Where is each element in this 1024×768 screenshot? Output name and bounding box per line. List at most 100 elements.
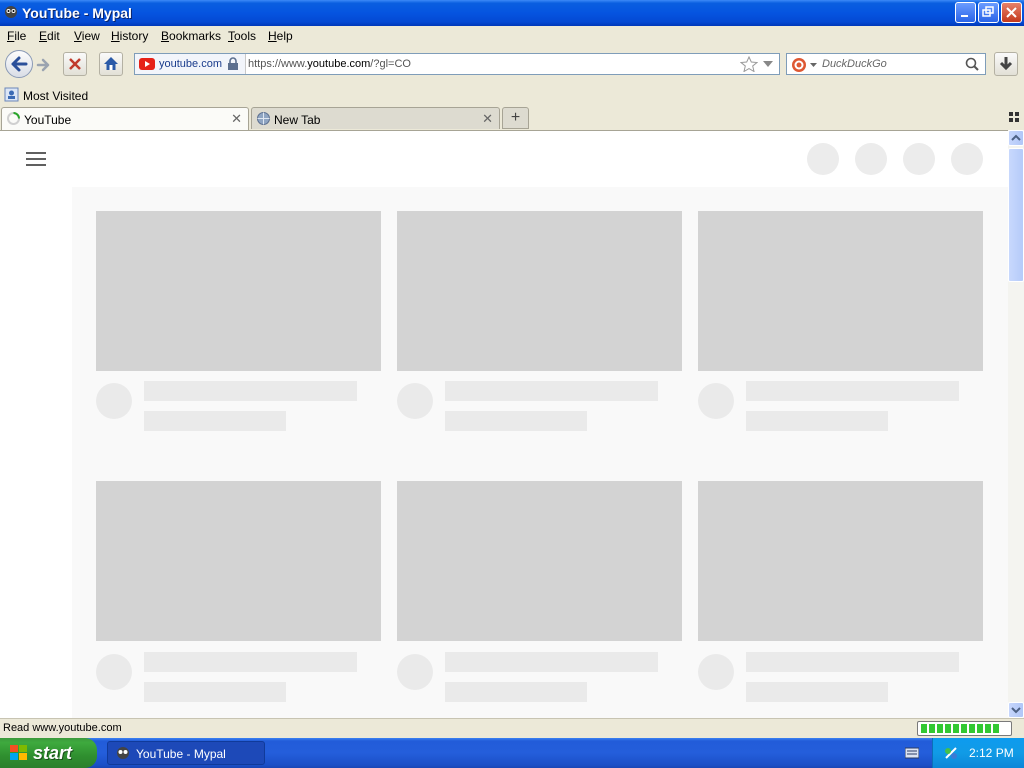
search-placeholder: DuckDuckGo <box>822 58 887 70</box>
video-meta-placeholder <box>746 411 888 431</box>
minimize-button[interactable] <box>955 2 976 23</box>
taskbar-window-button[interactable]: YouTube - Mypal <box>107 741 265 765</box>
menu-edit[interactable]: Edit <box>39 29 60 43</box>
loading-progress-bar <box>917 721 1012 736</box>
menu-view[interactable]: View <box>74 29 100 43</box>
close-icon <box>1006 7 1017 18</box>
start-button[interactable]: start <box>0 738 97 768</box>
channel-avatar-placeholder <box>96 654 132 690</box>
channel-avatar-placeholder <box>397 654 433 690</box>
lock-icon <box>228 57 238 70</box>
restore-icon <box>982 6 994 17</box>
network-tray-icon[interactable] <box>943 745 959 761</box>
skeleton-topbar-circle <box>855 143 887 175</box>
menu-bar: File Edit View History Bookmarks Tools H… <box>0 26 1024 46</box>
home-button[interactable] <box>99 52 123 76</box>
skeleton-topbar-circle <box>951 143 983 175</box>
chevron-down-icon <box>1011 707 1021 714</box>
status-bar: Read www.youtube.com <box>0 718 1024 738</box>
site-identity[interactable]: youtube.com <box>135 54 246 74</box>
progress-segment <box>953 724 959 733</box>
video-thumbnail-placeholder <box>397 211 682 371</box>
video-title-placeholder <box>746 381 959 401</box>
scroll-up-button[interactable] <box>1008 130 1024 146</box>
start-label: start <box>33 743 73 763</box>
close-x-icon <box>69 58 81 70</box>
tab-new-tab[interactable]: New Tab ✕ <box>251 107 500 129</box>
hamburger-menu-icon[interactable] <box>26 151 46 167</box>
duckduckgo-icon[interactable] <box>791 57 807 73</box>
progress-segment <box>993 724 999 733</box>
video-title-placeholder <box>746 652 959 672</box>
channel-avatar-placeholder <box>698 654 734 690</box>
page-content <box>0 130 1008 718</box>
clock: 2:12 PM <box>969 746 1014 760</box>
identity-label: youtube.com <box>159 58 222 70</box>
search-bar[interactable]: DuckDuckGo <box>786 53 986 75</box>
new-tab-button[interactable]: + <box>502 107 529 129</box>
most-visited-label: Most Visited <box>23 89 89 103</box>
menu-file[interactable]: File <box>7 29 26 43</box>
tab-label: YouTube <box>24 113 72 127</box>
tab-list-grid-icon[interactable] <box>1009 112 1019 122</box>
video-thumbnail-placeholder <box>96 211 381 371</box>
video-title-placeholder <box>144 381 357 401</box>
windows-logo-icon <box>10 745 27 760</box>
engine-dropdown-icon[interactable] <box>810 63 817 68</box>
back-button[interactable] <box>5 50 33 78</box>
menu-history[interactable]: History <box>111 29 148 43</box>
channel-avatar-placeholder <box>698 383 734 419</box>
download-arrow-icon <box>999 57 1013 71</box>
scroll-down-button[interactable] <box>1008 702 1024 718</box>
tab-label: New Tab <box>274 113 321 127</box>
folder-bookmark-icon <box>4 87 19 102</box>
close-window-button[interactable] <box>1001 2 1022 23</box>
chevron-down-icon[interactable] <box>763 61 773 68</box>
skeleton-topbar-circle <box>903 143 935 175</box>
video-thumbnail-placeholder <box>397 481 682 641</box>
home-icon <box>104 57 118 70</box>
progress-segment <box>985 724 991 733</box>
progress-segment <box>961 724 967 733</box>
channel-avatar-placeholder <box>96 383 132 419</box>
taskbar-window-label: YouTube - Mypal <box>136 747 226 761</box>
vertical-scrollbar[interactable] <box>1008 130 1024 718</box>
mypal-app-icon <box>117 747 129 759</box>
progress-segment <box>929 724 935 733</box>
restore-button[interactable] <box>978 2 999 23</box>
downloads-button[interactable] <box>994 52 1018 76</box>
magnifier-icon[interactable] <box>965 57 979 71</box>
progress-segment <box>937 724 943 733</box>
channel-avatar-placeholder <box>397 383 433 419</box>
menu-help[interactable]: Help <box>268 29 293 43</box>
loading-spinner-icon <box>7 112 20 125</box>
keyboard-icon[interactable] <box>905 747 919 759</box>
arrow-right-icon[interactable] <box>35 56 53 74</box>
video-title-placeholder <box>445 652 658 672</box>
tab-close-icon[interactable]: ✕ <box>231 111 242 127</box>
video-meta-placeholder <box>445 682 587 702</box>
star-icon[interactable] <box>740 56 758 72</box>
video-meta-placeholder <box>144 411 286 431</box>
status-text: Read www.youtube.com <box>3 722 122 734</box>
arrow-left-icon <box>11 56 28 72</box>
video-feed-skeleton <box>72 187 1008 718</box>
progress-segments <box>921 724 999 733</box>
skeleton-topbar-circle <box>807 143 839 175</box>
bookmarks-toolbar: Most Visited <box>0 84 1024 107</box>
video-title-placeholder <box>445 381 658 401</box>
title-bar: YouTube - Mypal <box>0 0 1024 26</box>
video-thumbnail-placeholder <box>698 481 983 641</box>
url-text: https://www.youtube.com/?gl=CO <box>248 58 411 70</box>
menu-tools[interactable]: Tools <box>228 29 256 43</box>
mypal-app-icon <box>5 6 17 18</box>
video-meta-placeholder <box>144 682 286 702</box>
tab-close-icon[interactable]: ✕ <box>482 111 493 127</box>
menu-bookmarks[interactable]: Bookmarks <box>161 29 221 43</box>
url-bar[interactable]: youtube.com https://www.youtube.com/?gl=… <box>134 53 780 75</box>
scrollbar-thumb[interactable] <box>1008 148 1024 282</box>
video-thumbnail-placeholder <box>96 481 381 641</box>
tab-youtube[interactable]: YouTube ✕ <box>1 107 249 130</box>
stop-button[interactable] <box>63 52 87 76</box>
progress-segment <box>969 724 975 733</box>
